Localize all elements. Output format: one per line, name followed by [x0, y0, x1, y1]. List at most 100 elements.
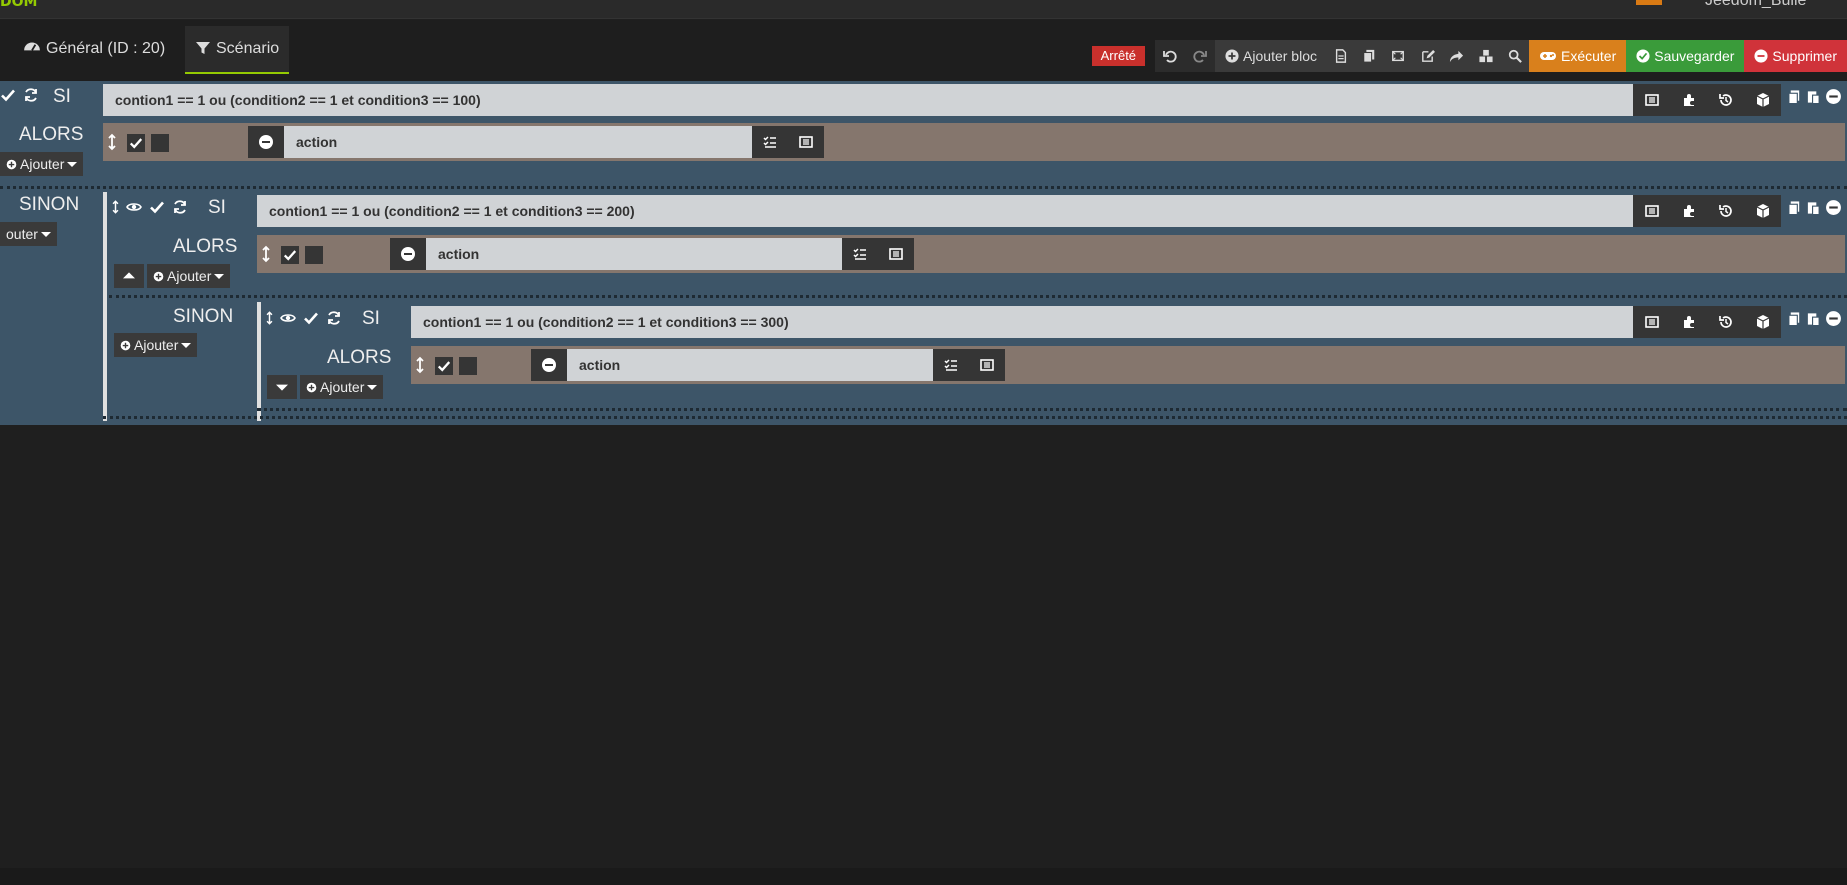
check-circle-icon — [1636, 49, 1650, 63]
puzzle-icon[interactable] — [1670, 306, 1707, 338]
copy-button[interactable] — [1354, 40, 1383, 72]
check-icon[interactable] — [0, 87, 16, 103]
drag-handle-icon[interactable] — [412, 356, 428, 374]
caret-down-icon — [41, 229, 51, 239]
delete-button[interactable]: Supprimer — [1744, 40, 1847, 72]
paste-icon[interactable] — [1806, 89, 1821, 105]
action-background-checkbox[interactable] — [151, 134, 169, 152]
divider — [257, 408, 1847, 411]
copy-icon[interactable] — [1787, 89, 1802, 105]
eye-icon[interactable] — [125, 199, 143, 215]
redo-button[interactable] — [1185, 40, 1216, 72]
cube-icon[interactable] — [1744, 84, 1781, 116]
template-button[interactable] — [1382, 40, 1413, 72]
log-button[interactable] — [1326, 40, 1355, 72]
drag-handle-icon[interactable] — [258, 245, 274, 263]
username[interactable]: Jeedom_Bulle — [1705, 0, 1806, 10]
action-enable-checkbox[interactable] — [281, 246, 299, 264]
tasks-icon[interactable] — [752, 126, 788, 158]
puzzle-icon[interactable] — [1670, 195, 1707, 227]
list-icon[interactable] — [1633, 195, 1670, 227]
puzzle-icon[interactable] — [1670, 84, 1707, 116]
nested-block-border — [103, 192, 107, 421]
remove-block-icon[interactable] — [1825, 199, 1842, 216]
collapse-up-button[interactable] — [114, 264, 144, 288]
block3-add-button[interactable]: Ajouter — [300, 375, 384, 399]
share-icon — [1449, 50, 1464, 62]
list-icon[interactable] — [969, 349, 1005, 381]
check-icon[interactable] — [303, 310, 319, 326]
caret-down-icon — [214, 271, 224, 281]
refresh-icon[interactable] — [326, 310, 342, 326]
cube-icon[interactable] — [1744, 195, 1781, 227]
paste-icon[interactable] — [1806, 311, 1821, 327]
history-icon[interactable] — [1707, 306, 1744, 338]
list-icon[interactable] — [878, 238, 914, 270]
delete-label: Supprimer — [1772, 48, 1837, 64]
remove-block-icon[interactable] — [1825, 88, 1842, 105]
list-icon[interactable] — [1633, 306, 1670, 338]
refresh-icon[interactable] — [172, 199, 188, 215]
action-enable-checkbox[interactable] — [435, 357, 453, 375]
action-background-checkbox[interactable] — [305, 246, 323, 264]
action-input[interactable]: action — [567, 349, 933, 381]
plus-circle-icon — [6, 159, 17, 170]
undo-button[interactable] — [1155, 40, 1186, 72]
drag-handle-icon[interactable] — [104, 133, 120, 151]
scenario-toolbar: Arrêté Ajouter bloc Exécuter Sauvegarder… — [1091, 40, 1847, 72]
block3-condition-tools — [1633, 306, 1781, 338]
refresh-icon[interactable] — [23, 87, 39, 103]
block2-condition-input[interactable]: contion1 == 1 ou (condition2 == 1 et con… — [257, 195, 1633, 227]
drag-handle-icon[interactable] — [109, 198, 122, 216]
check-icon[interactable] — [149, 199, 165, 215]
action-input[interactable]: action — [284, 126, 752, 158]
history-icon[interactable] — [1707, 84, 1744, 116]
history-icon[interactable] — [1707, 195, 1744, 227]
remove-action-icon[interactable] — [390, 238, 426, 270]
remove-action-icon[interactable] — [531, 349, 567, 381]
cubes-icon — [1479, 49, 1493, 62]
block2-else-label: SINON — [173, 306, 234, 327]
block2-condition-tools — [1633, 195, 1781, 227]
tasks-icon[interactable] — [842, 238, 878, 270]
block2-else-add-button[interactable]: Ajouter — [114, 333, 198, 357]
drag-handle-icon[interactable] — [263, 309, 276, 327]
share-button[interactable] — [1441, 40, 1471, 72]
tab-scenario[interactable]: Scénario — [185, 26, 290, 74]
status-badge: Arrêté — [1091, 46, 1146, 66]
list-icon[interactable] — [788, 126, 824, 158]
user-avatar[interactable] — [1636, 0, 1662, 5]
block1-condition-tools — [1633, 84, 1781, 116]
action-input[interactable]: action — [426, 238, 842, 270]
list-icon[interactable] — [1633, 84, 1670, 116]
tab-general[interactable]: Général (ID : 20) — [13, 26, 175, 72]
collapse-down-button[interactable] — [267, 375, 297, 399]
plus-circle-icon — [120, 340, 131, 351]
scenario-editor: SI contion1 == 1 ou (condition2 == 1 et … — [0, 81, 1847, 425]
eye-icon[interactable] — [279, 310, 297, 326]
execute-button[interactable]: Exécuter — [1528, 40, 1627, 72]
action-background-checkbox[interactable] — [459, 357, 477, 375]
paste-icon[interactable] — [1806, 200, 1821, 216]
cube-icon[interactable] — [1744, 306, 1781, 338]
copy-icon[interactable] — [1787, 200, 1802, 216]
block1-else-add-button[interactable]: outer — [0, 222, 57, 246]
save-button[interactable]: Sauvegarder — [1626, 40, 1745, 72]
add-block-button[interactable]: Ajouter bloc — [1215, 40, 1327, 72]
block1-add-button[interactable]: Ajouter — [0, 152, 84, 176]
action-enable-checkbox[interactable] — [127, 134, 145, 152]
block1-condition-input[interactable]: contion1 == 1 ou (condition2 == 1 et con… — [103, 84, 1633, 116]
block1-then-label: ALORS — [19, 124, 84, 145]
tasks-icon[interactable] — [933, 349, 969, 381]
remove-block-icon[interactable] — [1825, 310, 1842, 327]
block3-condition-input[interactable]: contion1 == 1 ou (condition2 == 1 et con… — [411, 306, 1633, 338]
caret-down-icon — [367, 382, 377, 392]
copy-icon[interactable] — [1787, 311, 1802, 327]
dependencies-button[interactable] — [1470, 40, 1501, 72]
remove-action-icon[interactable] — [248, 126, 284, 158]
add-label: Ajouter — [320, 379, 365, 395]
filter-icon — [196, 42, 210, 54]
block2-add-button[interactable]: Ajouter — [147, 264, 231, 288]
edit-button[interactable] — [1412, 40, 1442, 72]
search-button[interactable] — [1500, 40, 1529, 72]
